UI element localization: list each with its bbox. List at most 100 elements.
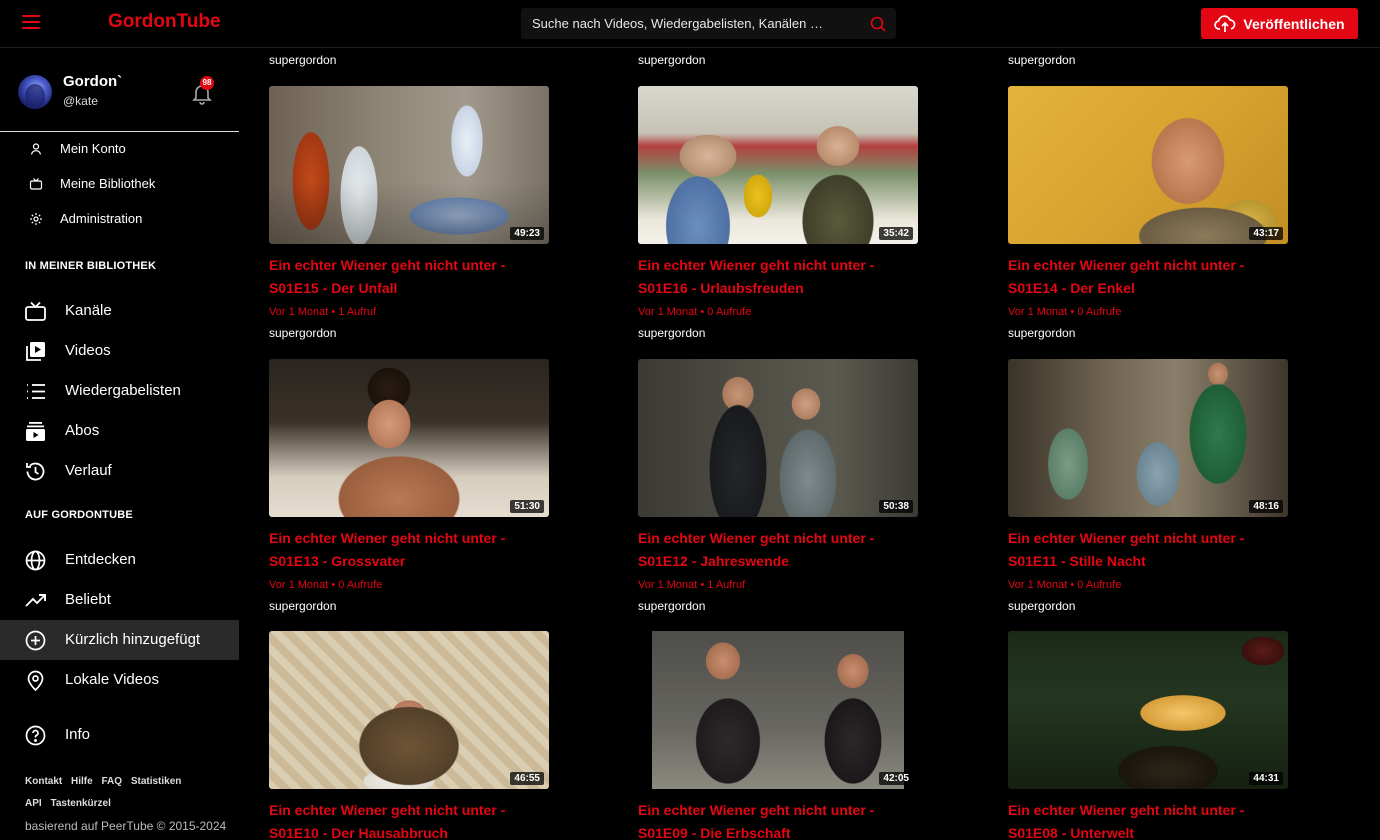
video-title[interactable]: Ein echter Wiener geht nicht unter - S01… — [1008, 254, 1278, 300]
sidebar-item-entdecken[interactable]: Entdecken — [0, 540, 239, 580]
video-title[interactable]: Ein echter Wiener geht nicht unter - S01… — [269, 527, 539, 573]
plus-circle-icon — [25, 630, 46, 651]
video-title[interactable]: Ein echter Wiener geht nicht unter - S01… — [1008, 527, 1278, 573]
video-duration: 42:05 — [879, 772, 913, 785]
channel-name[interactable]: supergordon — [638, 599, 705, 613]
footer-link-hilfe[interactable]: Hilfe — [71, 776, 93, 787]
video-title[interactable]: Ein echter Wiener geht nicht unter - S01… — [638, 799, 908, 840]
user-icon — [30, 143, 42, 155]
video-duration: 51:30 — [510, 500, 544, 513]
sidebar-item-label: Videos — [65, 342, 111, 359]
footer-link-faq[interactable]: FAQ — [101, 776, 122, 787]
video-meta: Vor 1 Monat • 1 Aufruf — [269, 306, 377, 318]
top-header: GordonTube Veröffentlichen — [0, 0, 1380, 48]
notification-badge: 98 — [200, 76, 214, 90]
channel-name[interactable]: supergordon — [269, 599, 336, 613]
video-title[interactable]: Ein echter Wiener geht nicht unter - S01… — [638, 527, 908, 573]
video-title[interactable]: Ein echter Wiener geht nicht unter - S01… — [1008, 799, 1278, 840]
location-icon — [27, 670, 44, 692]
section-title-instance: AUF GORDONTUBE — [25, 509, 133, 521]
sidebar-item-abos[interactable]: Abos — [0, 411, 239, 451]
sidebar-item-info[interactable]: Info — [0, 715, 239, 755]
video-meta: Vor 1 Monat • 0 Aufrufe — [1008, 579, 1122, 591]
video-thumbnail[interactable]: 48:16 — [1008, 359, 1288, 517]
video-title[interactable]: Ein echter Wiener geht nicht unter - S01… — [638, 254, 908, 300]
sidebar-item-label: Kürzlich hinzugefügt — [65, 631, 201, 648]
sidebar-item-label: Beliebt — [65, 591, 111, 608]
sidebar: Gordon` @kate 98 Mein Konto Meine Biblio… — [0, 48, 239, 840]
video-meta: Vor 1 Monat • 0 Aufrufe — [638, 306, 752, 318]
video-thumbnail[interactable]: 49:23 — [269, 86, 549, 244]
video-thumbnail[interactable]: 43:17 — [1008, 86, 1288, 244]
subscriptions-icon — [26, 422, 45, 441]
video-thumbnail[interactable]: 35:42 — [638, 86, 918, 244]
video-duration: 49:23 — [510, 227, 544, 240]
sidebar-item-label: Abos — [65, 422, 100, 439]
footer-links-row-1: Kontakt Hilfe FAQ Statistiken — [25, 776, 187, 787]
video-thumbnail[interactable]: 44:31 — [1008, 631, 1288, 789]
publish-button[interactable]: Veröffentlichen — [1201, 8, 1358, 39]
video-meta: Vor 1 Monat • 0 Aufrufe — [1008, 306, 1122, 318]
channel-name[interactable]: supergordon — [1008, 599, 1075, 613]
user-handle: @kate — [63, 94, 98, 108]
channel-name[interactable]: supergordon — [1008, 326, 1075, 340]
sidebar-item-label: Kanäle — [65, 302, 112, 319]
sidebar-item-beliebt[interactable]: Beliebt — [0, 580, 239, 620]
sidebar-item-label: Entdecken — [65, 551, 136, 568]
menu-icon[interactable] — [22, 15, 40, 31]
video-duration: 44:31 — [1249, 772, 1283, 785]
list-icon — [27, 384, 45, 399]
menu-item-label: Administration — [60, 211, 143, 226]
footer-link-kontakt[interactable]: Kontakt — [25, 776, 62, 787]
copyright-text: basierend auf PeerTube © 2015-2024 — [25, 819, 227, 833]
section-title-library: IN MEINER BIBLIOTHEK — [25, 260, 157, 272]
video-duration: 35:42 — [879, 227, 913, 240]
sidebar-item-verlauf[interactable]: Verlauf — [0, 451, 239, 491]
sidebar-item-label: Lokale Videos — [65, 671, 159, 688]
video-meta: Vor 1 Monat • 1 Aufruf — [638, 579, 746, 591]
channel-name[interactable]: supergordon — [269, 326, 336, 340]
globe-icon — [25, 550, 46, 571]
publish-label: Veröffentlichen — [1243, 15, 1345, 32]
brand-logo[interactable]: GordonTube — [108, 11, 221, 33]
video-thumbnail[interactable]: 50:38 — [638, 359, 918, 517]
footer-link-api[interactable]: API — [25, 798, 42, 809]
menu-item-mein-konto[interactable]: Mein Konto — [0, 134, 239, 164]
footer-link-tastenkuerzel[interactable]: Tastenkürzel — [50, 798, 110, 809]
sidebar-item-videos[interactable]: Videos — [0, 331, 239, 371]
channel-name[interactable]: supergordon — [638, 326, 705, 340]
video-duration: 48:16 — [1249, 500, 1283, 513]
tv-icon — [25, 301, 46, 321]
video-meta: Vor 1 Monat • 0 Aufrufe — [269, 579, 383, 591]
video-library-icon — [26, 342, 45, 361]
history-icon — [26, 462, 45, 481]
video-title[interactable]: Ein echter Wiener geht nicht unter - S01… — [269, 254, 539, 300]
menu-item-administration[interactable]: Administration — [0, 204, 239, 234]
menu-item-meine-bibliothek[interactable]: Meine Bibliothek — [0, 169, 239, 199]
upload-cloud-icon — [1214, 14, 1236, 32]
sidebar-item-lokale-videos[interactable]: Lokale Videos — [0, 660, 239, 700]
sidebar-item-kanaele[interactable]: Kanäle — [0, 291, 239, 331]
help-icon — [25, 725, 46, 746]
sidebar-item-wiedergabelisten[interactable]: Wiedergabelisten — [0, 371, 239, 411]
sidebar-item-label: Wiedergabelisten — [65, 382, 181, 399]
sidebar-item-label: Verlauf — [65, 462, 112, 479]
channel-name[interactable]: supergordon — [269, 53, 336, 67]
footer-link-statistiken[interactable]: Statistiken — [131, 776, 182, 787]
video-thumbnail[interactable]: 42:05 — [638, 631, 918, 789]
video-thumbnail[interactable]: 51:30 — [269, 359, 549, 517]
user-name[interactable]: Gordon` — [63, 73, 122, 90]
avatar[interactable] — [18, 75, 52, 109]
channel-name[interactable]: supergordon — [638, 53, 705, 67]
menu-item-label: Mein Konto — [60, 141, 126, 156]
menu-item-label: Meine Bibliothek — [60, 176, 156, 191]
search-icon[interactable] — [868, 14, 888, 34]
sidebar-item-kuerzlich-hinzugefuegt[interactable]: Kürzlich hinzugefügt — [0, 620, 239, 660]
search-input[interactable] — [521, 8, 861, 39]
video-duration: 43:17 — [1249, 227, 1283, 240]
sidebar-item-label: Info — [65, 726, 91, 743]
video-title[interactable]: Ein echter Wiener geht nicht unter - S01… — [269, 799, 539, 840]
video-thumbnail[interactable]: 46:55 — [269, 631, 549, 789]
user-panel: Gordon` @kate 98 — [0, 48, 239, 132]
channel-name[interactable]: supergordon — [1008, 53, 1075, 67]
